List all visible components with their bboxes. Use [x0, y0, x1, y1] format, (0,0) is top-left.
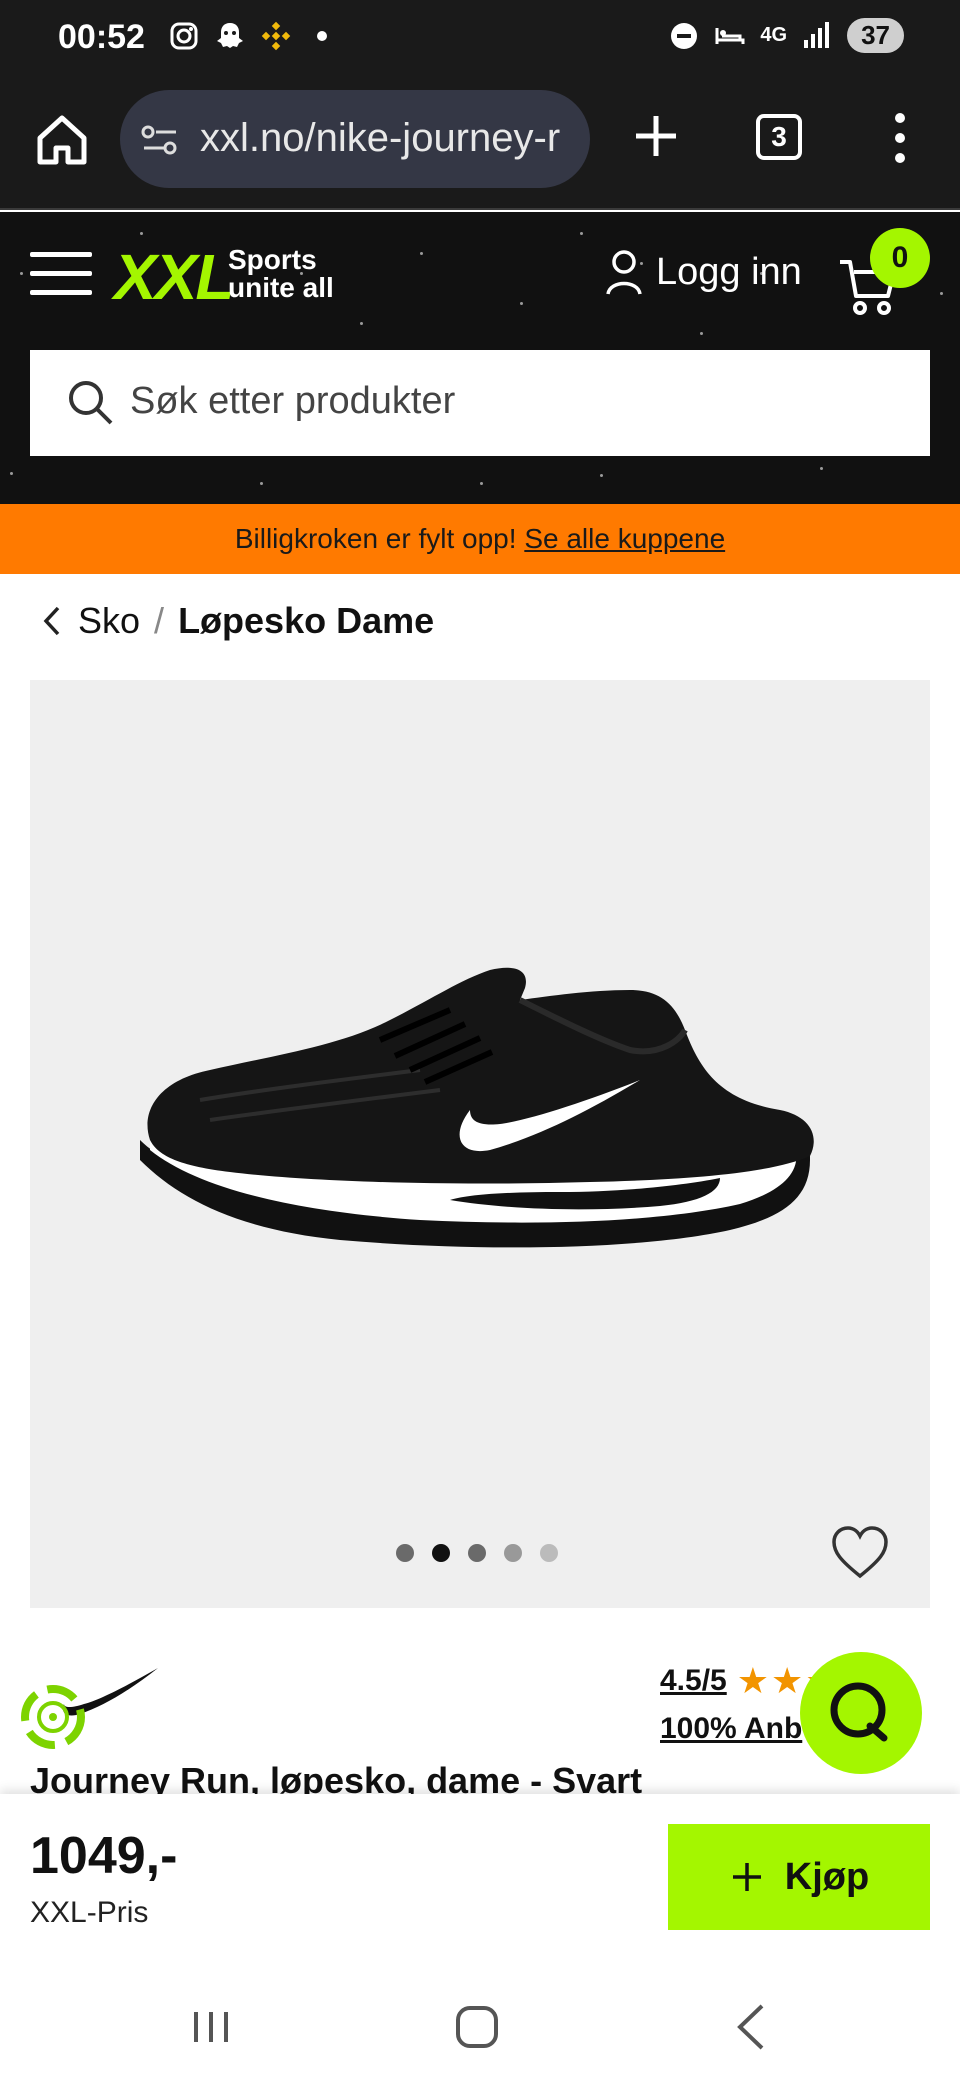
pagination-dot[interactable]	[396, 1544, 414, 1562]
pagination-dot-active[interactable]	[432, 1544, 450, 1562]
url-text: xxl.no/nike-journey-r	[200, 116, 561, 160]
dot-icon	[317, 31, 327, 41]
chat-button[interactable]	[800, 1652, 922, 1774]
pagination-dot[interactable]	[504, 1544, 522, 1562]
tagline-line-2: unite all	[228, 272, 334, 303]
buy-label: Kjøp	[784, 1855, 870, 1898]
price-label: XXL-Pris	[30, 1896, 149, 1929]
sleep-icon	[715, 27, 745, 44]
rating-score[interactable]: 4.5/5	[660, 1664, 727, 1698]
tagline-line-1: Sports	[228, 244, 317, 275]
login-button[interactable]: Logg inn	[604, 248, 802, 296]
signal-icon	[804, 21, 830, 48]
breadcrumb-parent[interactable]: Sko	[78, 600, 140, 642]
url-bar[interactable]: xxl.no/nike-journey-r	[120, 90, 590, 188]
logo-tagline: Sports unite all	[228, 246, 334, 302]
dnd-icon	[671, 22, 698, 49]
sustainability-badge-icon[interactable]	[16, 1680, 90, 1754]
breadcrumb: Sko / Løpesko Dame	[40, 600, 434, 642]
menu-button[interactable]	[30, 252, 92, 298]
recent-apps-icon[interactable]	[186, 2002, 236, 2052]
back-nav-icon[interactable]	[730, 2000, 770, 2054]
chat-icon	[830, 1682, 888, 1742]
site-header: XXL Sports unite all Logg inn 0 Søk ette…	[0, 212, 960, 504]
search-input[interactable]: Søk etter produkter	[30, 350, 930, 456]
search-placeholder: Søk etter produkter	[130, 380, 456, 422]
promo-banner: Billigkroken er fylt opp! Se alle kuppen…	[0, 504, 960, 574]
home-icon[interactable]	[32, 110, 92, 170]
purchase-bar: 1049,- XXL-Pris Kjøp	[0, 1794, 960, 1978]
login-label: Logg inn	[656, 250, 802, 293]
buy-button[interactable]: Kjøp	[668, 1824, 930, 1930]
pagination-dot[interactable]	[468, 1544, 486, 1562]
snapchat-icon	[217, 23, 243, 48]
xxl-logo[interactable]: XXL	[114, 240, 234, 314]
system-nav-bar	[0, 1978, 960, 2080]
network-4g-icon: 4G	[760, 24, 788, 46]
binance-icon	[261, 21, 291, 51]
breadcrumb-current[interactable]: Løpesko Dame	[178, 600, 434, 642]
site-settings-icon[interactable]	[140, 120, 180, 160]
product-image-carousel[interactable]	[30, 680, 930, 1608]
browser-toolbar: xxl.no/nike-journey-r 3	[0, 80, 960, 210]
breadcrumb-separator: /	[154, 600, 165, 641]
cart-count-badge[interactable]: 0	[870, 228, 930, 288]
banner-text: Billigkroken er fylt opp!	[234, 523, 525, 554]
favorite-heart-icon[interactable]	[830, 1524, 890, 1580]
home-nav-icon[interactable]	[452, 2002, 502, 2052]
more-menu-icon[interactable]	[880, 110, 920, 166]
banner-link[interactable]: Se alle kuppene	[524, 523, 725, 554]
status-bar: 00:52 4G 37	[0, 0, 960, 80]
price: 1049,-	[30, 1827, 178, 1885]
chevron-left-icon[interactable]	[40, 604, 64, 638]
pagination-dot[interactable]	[540, 1544, 558, 1562]
tab-switcher-button[interactable]: 3	[756, 114, 802, 160]
instagram-icon	[170, 22, 198, 50]
product-image	[140, 967, 814, 1248]
plus-icon	[732, 1863, 761, 1891]
battery-icon: 37	[847, 18, 904, 53]
status-time: 00:52	[58, 18, 145, 56]
image-pagination	[396, 1544, 558, 1562]
search-icon	[69, 381, 113, 425]
user-icon	[606, 250, 642, 295]
new-tab-icon[interactable]	[628, 108, 684, 164]
